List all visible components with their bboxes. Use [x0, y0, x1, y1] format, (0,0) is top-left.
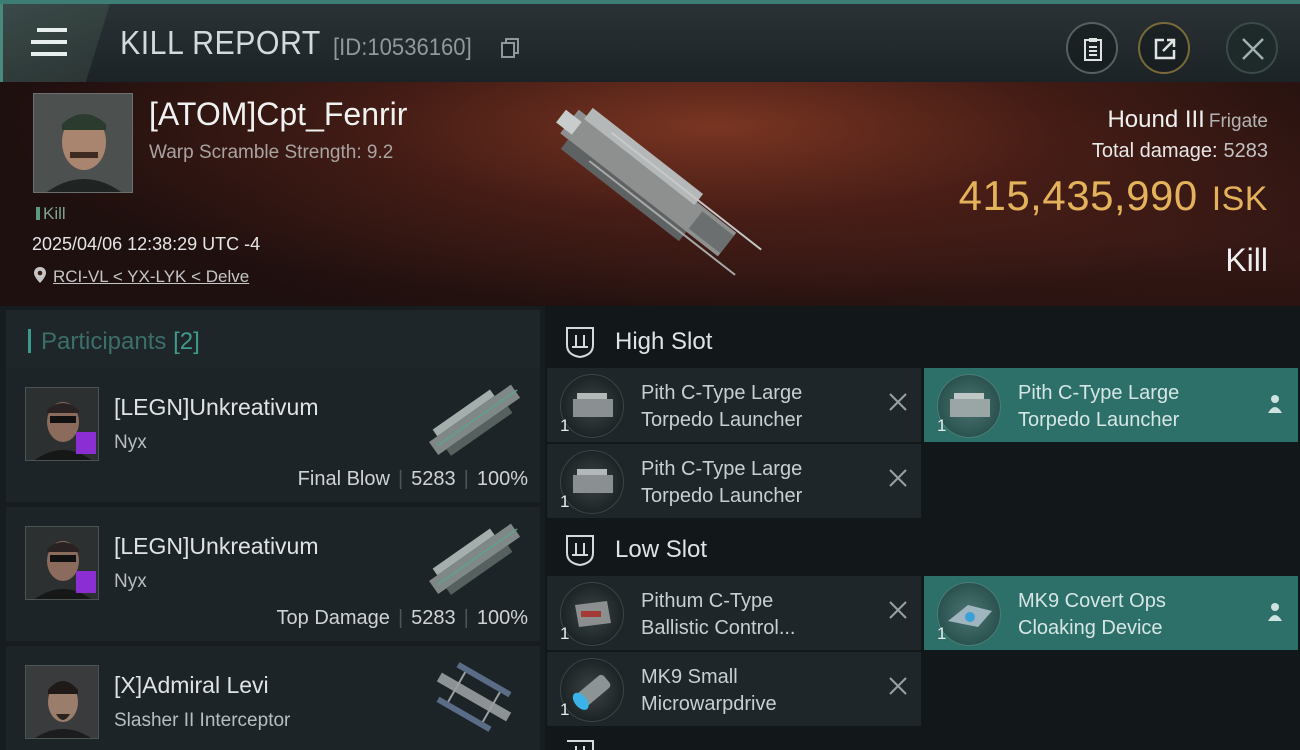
- module-image: [937, 374, 1001, 438]
- fittings-panel: High Slot 1 Pith C-Type Large Torpedo Lau…: [545, 306, 1300, 750]
- close-button[interactable]: [1226, 22, 1278, 74]
- module-image: [560, 582, 624, 646]
- participants-panel: Participants [2] [LEGN]Unkreativum Nyx F…: [0, 306, 545, 750]
- module-name: Pith C-Type Large Torpedo Launcher: [641, 382, 803, 431]
- module-image: [560, 658, 624, 722]
- participant-percent: 100%: [476, 607, 528, 629]
- participant-row[interactable]: [X]Admiral Levi Slasher II Interceptor: [6, 646, 540, 750]
- victim-avatar[interactable]: [33, 93, 133, 193]
- participant-percent: 100%: [476, 468, 528, 490]
- result-label: Kill: [1225, 242, 1268, 278]
- module-name: MK9 Small Microwarpdrive: [641, 666, 777, 715]
- low-slot-title: Low Slot: [615, 536, 708, 563]
- victim-banner: [ATOM]Cpt_Fenrir Warp Scramble Strength:…: [0, 82, 1300, 306]
- clipboard-icon: [1084, 38, 1102, 61]
- module-image: [560, 450, 624, 514]
- top-bar: KILL REPORT [ID:10536160]: [0, 0, 1300, 82]
- kill-tag: Kill: [36, 204, 66, 224]
- victim-ship-name: Hound III Frigate: [1107, 106, 1268, 133]
- module-name: Pithum C-Type Ballistic Control...: [641, 590, 796, 639]
- module-item[interactable]: 1 MK9 Small Microwarpdrive: [547, 652, 921, 726]
- participant-ship-image: [429, 523, 521, 595]
- destroyed-x-icon: [889, 601, 907, 619]
- report-id: [ID:10536160]: [333, 34, 472, 61]
- dropped-person-icon: [1268, 603, 1282, 621]
- next-slot-header-partial: [563, 738, 597, 750]
- high-slot-header: High Slot: [545, 310, 1300, 368]
- module-name: MK9 Covert Ops Cloaking Device: [1018, 590, 1166, 639]
- module-quantity: 1: [560, 624, 570, 643]
- victim-subtitle: Warp Scramble Strength: 9.2: [149, 142, 394, 163]
- participant-ship: Nyx: [114, 432, 147, 453]
- clipboard-button[interactable]: [1066, 22, 1118, 74]
- close-icon: [1242, 38, 1264, 60]
- participant-stats: Top Damage | 5283 | 100%: [276, 607, 528, 629]
- module-item[interactable]: 1 Pith C-Type Large Torpedo Launcher: [547, 444, 921, 518]
- high-slot-title: High Slot: [615, 328, 713, 355]
- module-image: [560, 374, 624, 438]
- low-slot-icon: [566, 535, 594, 567]
- menu-button[interactable]: [0, 4, 110, 82]
- module-item[interactable]: 1 Pith C-Type Large Torpedo Launcher: [924, 368, 1298, 442]
- module-quantity: 1: [560, 416, 570, 435]
- location-pin-icon: [34, 267, 46, 283]
- corp-badge-icon: [76, 571, 96, 593]
- destroyed-x-icon: [889, 677, 907, 695]
- participant-name: [LEGN]Unkreativum: [114, 394, 319, 420]
- isk-value: 415,435,990 ISK: [958, 172, 1268, 219]
- avatar: [25, 665, 99, 739]
- participant-role: Top Damage: [276, 607, 390, 629]
- participant-row[interactable]: [LEGN]Unkreativum Nyx Top Damage | 5283 | 10…: [6, 507, 540, 641]
- share-icon: [1154, 38, 1176, 60]
- destroyed-x-icon: [889, 393, 907, 411]
- module-quantity: 1: [937, 624, 947, 643]
- participant-name: [X]Admiral Levi: [114, 672, 269, 698]
- corp-badge-icon: [76, 432, 96, 454]
- low-slot-header: Low Slot: [545, 518, 1300, 576]
- participant-row[interactable]: [LEGN]Unkreativum Nyx Final Blow | 5283 | 10…: [6, 368, 540, 502]
- participant-name: [LEGN]Unkreativum: [114, 533, 319, 559]
- kill-datetime: 2025/04/06 12:38:29 UTC -4: [32, 234, 261, 254]
- participant-damage: 5283: [411, 607, 456, 629]
- destroyed-x-icon: [889, 469, 907, 487]
- participant-damage: 5283: [411, 468, 456, 490]
- page-title: KILL REPORT: [120, 24, 321, 61]
- participant-ship-image: [436, 662, 512, 732]
- participants-label: Participants: [41, 328, 167, 355]
- module-quantity: 1: [560, 492, 570, 511]
- share-button[interactable]: [1138, 22, 1190, 74]
- module-quantity: 1: [937, 416, 947, 435]
- participants-count: [2]: [173, 328, 200, 355]
- participant-ship-image: [429, 384, 521, 456]
- victim-ship-image: [556, 107, 762, 276]
- participants-header: Participants [2]: [6, 310, 540, 368]
- high-slot-icon: [566, 327, 594, 359]
- kill-location-link[interactable]: RCI-VL < YX-LYK < Delve: [33, 266, 249, 287]
- module-image: [937, 582, 1001, 646]
- dropped-person-icon: [1268, 395, 1282, 413]
- module-name: Pith C-Type Large Torpedo Launcher: [641, 458, 803, 507]
- copy-icon[interactable]: [500, 37, 520, 59]
- module-item[interactable]: 1 MK9 Covert Ops Cloaking Device: [924, 576, 1298, 650]
- participant-stats: Final Blow | 5283 | 100%: [297, 468, 528, 490]
- module-item[interactable]: 1 Pithum C-Type Ballistic Control...: [547, 576, 921, 650]
- participant-ship: Slasher II Interceptor: [114, 710, 291, 731]
- victim-name[interactable]: [ATOM]Cpt_Fenrir: [149, 96, 407, 133]
- module-quantity: 1: [560, 700, 570, 719]
- module-name: Pith C-Type Large Torpedo Launcher: [1018, 382, 1180, 431]
- participant-role: Final Blow: [297, 468, 390, 490]
- total-damage: Total damage: 5283: [1091, 140, 1268, 162]
- module-item[interactable]: 1 Pith C-Type Large Torpedo Launcher: [547, 368, 921, 442]
- participant-ship: Nyx: [114, 571, 147, 592]
